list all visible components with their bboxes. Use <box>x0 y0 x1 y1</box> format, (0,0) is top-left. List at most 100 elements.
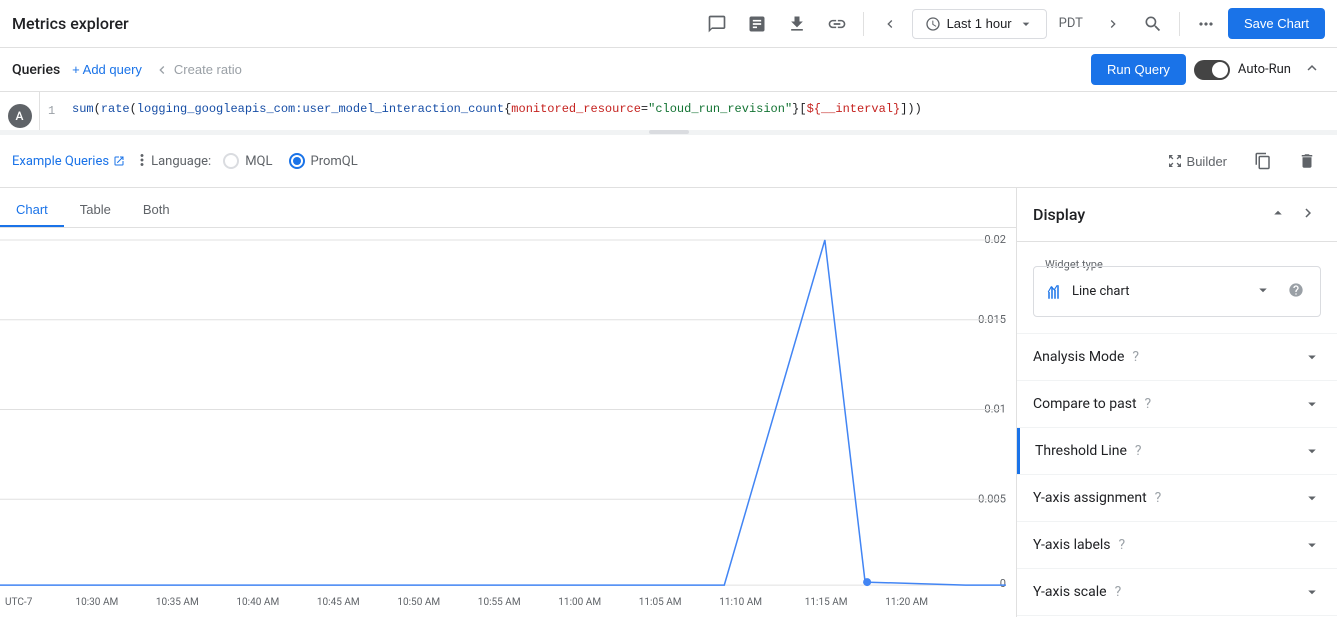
query-footer: Example Queries Language: MQL PromQL <box>0 134 1337 187</box>
timezone-label: PDT <box>1051 16 1091 31</box>
display-header-actions <box>1265 200 1321 229</box>
next-time-btn[interactable] <box>1095 6 1131 42</box>
promql-radio-circle <box>289 153 305 169</box>
svg-text:10:50 AM: 10:50 AM <box>397 597 440 608</box>
header-actions: Last 1 hour PDT Save Chart <box>699 6 1325 42</box>
y-axis-assignment-section[interactable]: Y-axis assignment ? <box>1017 475 1337 522</box>
tab-chart[interactable]: Chart <box>0 194 64 227</box>
mql-radio-circle <box>223 153 239 169</box>
promql-radio[interactable]: PromQL <box>289 153 358 169</box>
prev-time-btn[interactable] <box>872 6 908 42</box>
add-chart-icon-btn[interactable] <box>739 6 775 42</box>
svg-text:10:55 AM: 10:55 AM <box>478 597 521 608</box>
queries-right: Run Query Auto-Run <box>1091 54 1325 85</box>
example-queries-link[interactable]: Example Queries <box>12 154 125 169</box>
analysis-mode-help-icon[interactable]: ? <box>1132 349 1139 365</box>
chart-svg: 0.02 0.015 0.01 0.005 0 UTC-7 10:30 AM 1… <box>0 228 1016 617</box>
widget-type-dropdown[interactable]: Line chart <box>1033 266 1321 317</box>
tab-both[interactable]: Both <box>127 194 186 227</box>
promql-radio-dot <box>293 157 301 165</box>
display-sections: Analysis Mode ? Compare to past ? Thresh… <box>1017 334 1337 616</box>
svg-text:10:30 AM: 10:30 AM <box>75 597 118 608</box>
compare-to-past-section[interactable]: Compare to past ? <box>1017 381 1337 428</box>
query-label: A <box>0 92 40 130</box>
queries-bar: Queries + Add query Create ratio Run Que… <box>0 48 1337 92</box>
display-expand-button[interactable] <box>1295 200 1321 229</box>
analysis-mode-label: Analysis Mode <box>1033 349 1124 365</box>
svg-text:11:20 AM: 11:20 AM <box>885 597 928 608</box>
query-code-area[interactable]: sum(rate(logging_googleapis_com:user_mod… <box>64 92 1337 130</box>
auto-run-toggle: Auto-Run <box>1194 60 1291 80</box>
y-axis-labels-chevron <box>1303 536 1321 554</box>
query-letter: A <box>8 104 32 128</box>
y-axis-labels-help-icon[interactable]: ? <box>1119 537 1126 553</box>
y-axis-assignment-label: Y-axis assignment <box>1033 490 1147 506</box>
widget-type-help[interactable] <box>1284 278 1308 305</box>
analysis-mode-section[interactable]: Analysis Mode ? <box>1017 334 1337 381</box>
y-axis-labels-label: Y-axis labels <box>1033 537 1111 553</box>
link-icon-btn[interactable] <box>819 6 855 42</box>
analysis-mode-chevron <box>1303 348 1321 366</box>
widget-type-section: Widget type Line chart <box>1017 242 1337 334</box>
svg-text:11:10 AM: 11:10 AM <box>719 597 762 608</box>
run-query-button[interactable]: Run Query <box>1091 54 1186 85</box>
widget-type-value: Line chart <box>1072 284 1129 299</box>
display-header: Display <box>1017 188 1337 242</box>
svg-text:11:15 AM: 11:15 AM <box>805 597 848 608</box>
threshold-line-label: Threshold Line <box>1035 443 1127 459</box>
download-icon-btn[interactable] <box>779 6 815 42</box>
feedback-icon-btn[interactable] <box>699 6 735 42</box>
display-panel: Display Widget type Line chart <box>1017 188 1337 617</box>
chart-area: Chart Table Both 0.02 0.015 0.01 0.005 0 <box>0 188 1017 617</box>
auto-run-switch[interactable] <box>1194 60 1230 80</box>
y-axis-scale-section[interactable]: Y-axis scale ? <box>1017 569 1337 616</box>
add-query-button[interactable]: + Add query <box>72 62 142 77</box>
collapse-queries-button[interactable] <box>1299 55 1325 84</box>
threshold-line-row: Threshold Line ? <box>1017 428 1337 475</box>
query-more-button[interactable] <box>133 151 151 172</box>
svg-text:0: 0 <box>1000 577 1006 590</box>
create-ratio-button[interactable]: Create ratio <box>154 62 242 78</box>
y-axis-assignment-chevron <box>1303 489 1321 507</box>
language-radio-group: MQL PromQL <box>223 153 358 169</box>
display-collapse-up-button[interactable] <box>1265 200 1291 229</box>
compare-to-past-help-icon[interactable]: ? <box>1145 396 1152 412</box>
threshold-line-section[interactable]: Threshold Line ? <box>1019 428 1337 474</box>
chart-tabs: Chart Table Both <box>0 188 1016 228</box>
svg-text:11:05 AM: 11:05 AM <box>639 597 682 608</box>
widget-type-chevron[interactable] <box>1250 277 1276 306</box>
auto-run-label: Auto-Run <box>1238 62 1291 77</box>
copy-button[interactable] <box>1245 143 1281 179</box>
y-axis-labels-section[interactable]: Y-axis labels ? <box>1017 522 1337 569</box>
widget-type-inner: Line chart <box>1046 283 1242 301</box>
y-axis-scale-label: Y-axis scale <box>1033 584 1107 600</box>
app-title: Metrics explorer <box>12 14 129 33</box>
y-axis-scale-help-icon[interactable]: ? <box>1115 584 1122 600</box>
display-title: Display <box>1033 205 1085 224</box>
tab-table[interactable]: Table <box>64 194 127 227</box>
threshold-line-chevron <box>1303 442 1321 460</box>
chart-visualization: 0.02 0.015 0.01 0.005 0 UTC-7 10:30 AM 1… <box>0 228 1016 617</box>
threshold-line-help-icon[interactable]: ? <box>1135 443 1142 459</box>
mql-radio[interactable]: MQL <box>223 153 272 169</box>
svg-text:11:00 AM: 11:00 AM <box>558 597 601 608</box>
time-range-label: Last 1 hour <box>947 16 1012 31</box>
time-range-btn[interactable]: Last 1 hour <box>912 9 1047 39</box>
y-axis-assignment-help-icon[interactable]: ? <box>1155 490 1162 506</box>
query-editor: A 1 sum(rate(logging_googleapis_com:user… <box>0 92 1337 188</box>
more-options-icon-btn[interactable] <box>1188 6 1224 42</box>
svg-text:10:40 AM: 10:40 AM <box>236 597 279 608</box>
queries-label: Queries <box>12 62 60 78</box>
search-icon-btn[interactable] <box>1135 6 1171 42</box>
query-code: sum(rate(logging_googleapis_com:user_mod… <box>72 102 922 116</box>
query-line-number: 1 <box>40 92 64 130</box>
save-chart-button[interactable]: Save Chart <box>1228 8 1325 39</box>
compare-to-past-label: Compare to past <box>1033 396 1137 412</box>
toggle-knob <box>1212 62 1228 78</box>
svg-text:10:35 AM: 10:35 AM <box>156 597 199 608</box>
delete-button[interactable] <box>1289 143 1325 179</box>
y-axis-scale-chevron <box>1303 583 1321 601</box>
header: Metrics explorer Last 1 hour PDT <box>0 0 1337 48</box>
builder-button[interactable]: Builder <box>1157 143 1237 179</box>
main-content: Chart Table Both 0.02 0.015 0.01 0.005 0 <box>0 188 1337 617</box>
